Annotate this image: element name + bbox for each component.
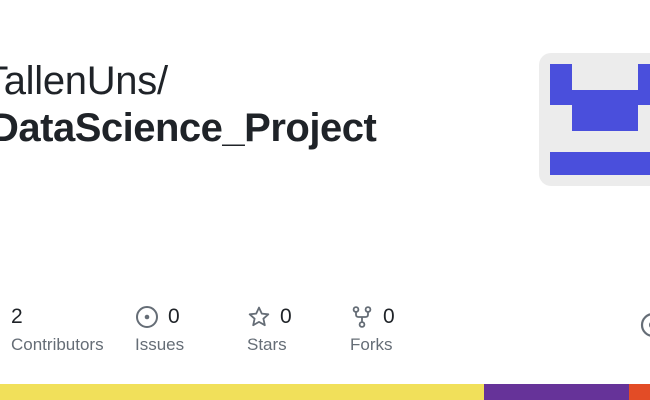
contributors-label: Contributors <box>11 335 104 354</box>
contributors-count: 2 <box>11 305 23 328</box>
issues-label: Issues <box>135 335 185 354</box>
stars-label: Stars <box>247 335 287 354</box>
language-segment-1 <box>484 384 629 400</box>
repo-name[interactable]: DataScience_Project <box>0 104 377 152</box>
stars-count: 0 <box>280 305 292 328</box>
star-icon <box>248 306 270 327</box>
language-segment-0 <box>0 384 485 400</box>
contributors-stat[interactable]: 2 Contributors <box>11 303 104 356</box>
stars-stat[interactable]: 0 Stars <box>247 303 292 356</box>
forks-count: 0 <box>383 305 395 328</box>
issue-opened-icon <box>136 306 158 328</box>
github-mark-icon <box>640 313 650 337</box>
forks-stat[interactable]: 0 Forks <box>350 303 395 356</box>
identicon-icon <box>550 64 650 175</box>
owner-avatar <box>539 53 650 186</box>
issues-stat[interactable]: 0 Issues <box>135 303 184 356</box>
issues-count: 0 <box>168 305 180 328</box>
language-bar <box>0 384 650 400</box>
repo-owner-path[interactable]: TallenUns/ <box>0 58 168 104</box>
repo-forked-icon <box>352 306 372 328</box>
forks-label: Forks <box>350 335 393 354</box>
language-segment-2 <box>628 384 650 400</box>
